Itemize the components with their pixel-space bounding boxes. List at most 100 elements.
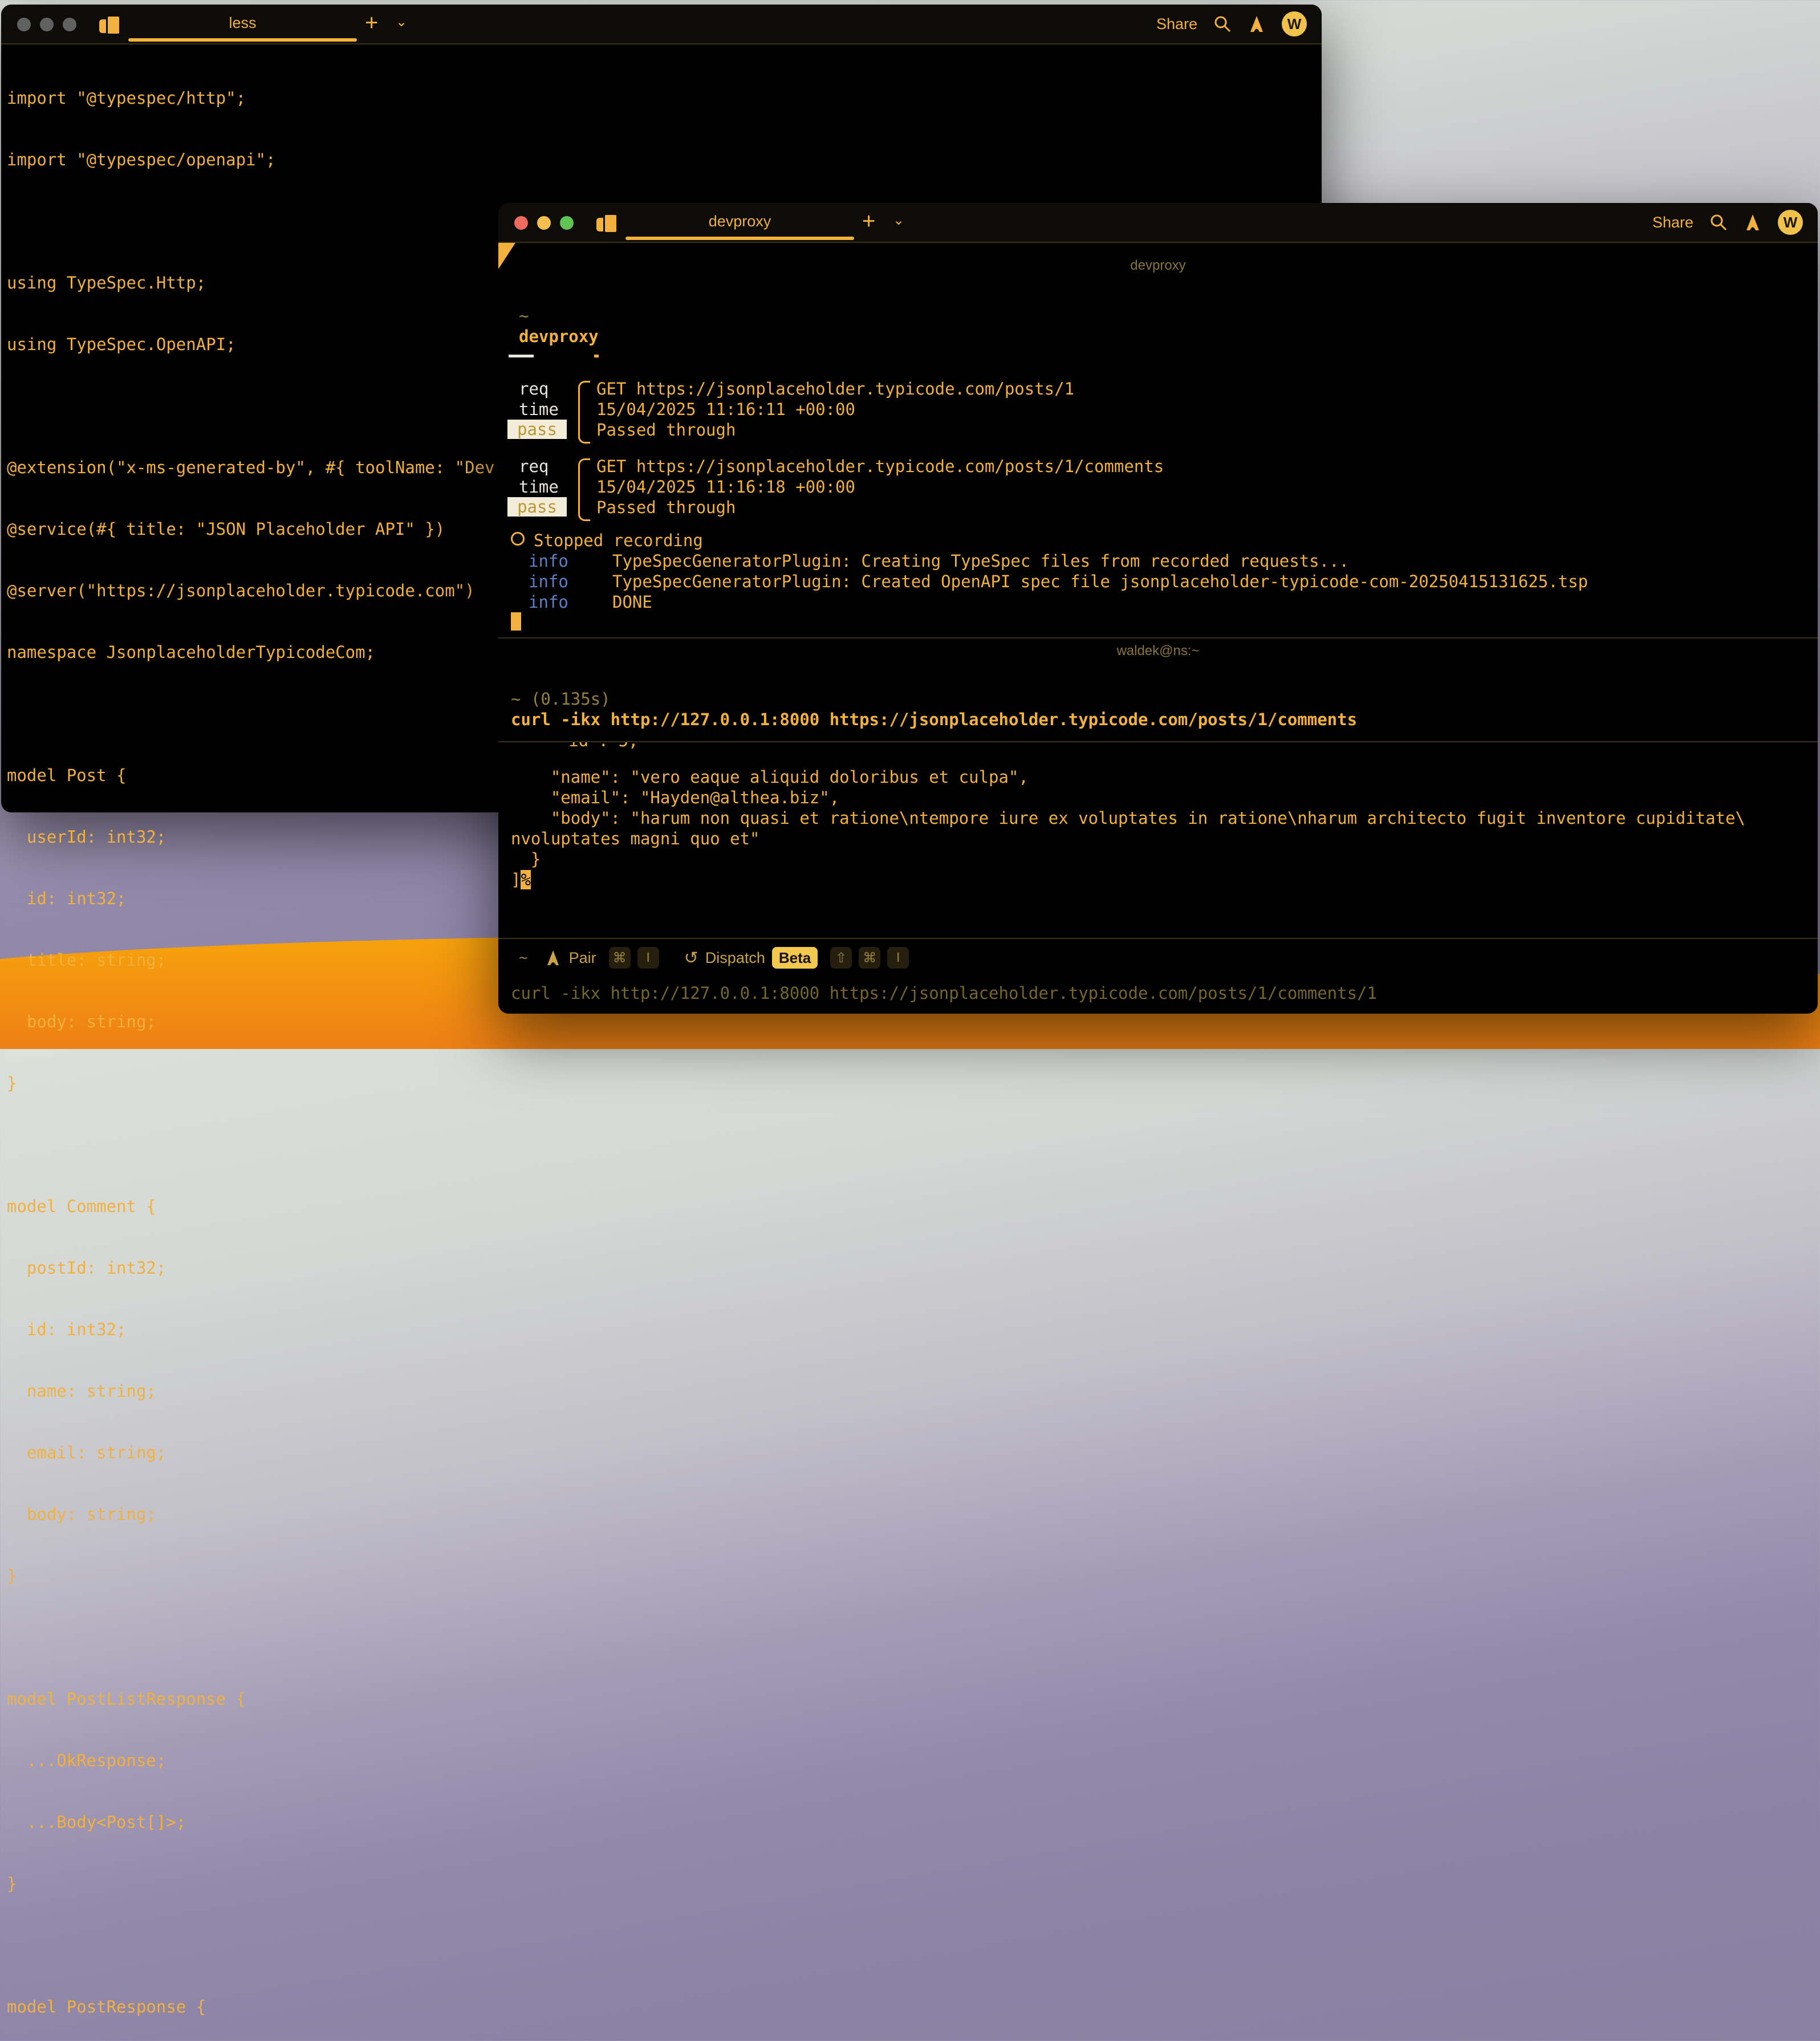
bottom-cwd: ~	[519, 949, 528, 966]
code-line: import "@typespec/openapi";	[7, 149, 1317, 170]
json-output-line: nvoluptates magni quo et"	[511, 828, 760, 849]
tab-menu-chevron-icon[interactable]: ⌄	[893, 212, 904, 229]
active-tab-underline	[625, 237, 854, 240]
search-icon[interactable]	[1709, 213, 1728, 231]
code-line: name: string;	[7, 1381, 1317, 1401]
cmd-key-chip: ⌘	[609, 947, 631, 969]
code-line: body: string;	[7, 1504, 1317, 1524]
active-tab-underline	[128, 38, 357, 42]
session-context-header: devproxy	[498, 258, 1818, 274]
minimize-button[interactable]	[40, 18, 54, 31]
tab-less[interactable]: less	[128, 14, 357, 32]
info-label: info	[529, 592, 568, 612]
code-line	[7, 1135, 1317, 1155]
pair-button[interactable]: Pair	[569, 949, 596, 967]
bottom-bar: ~ Pair ⌘ I ↺ Dispatch Beta ⇧ ⌘ I	[519, 946, 909, 969]
pass-status-badge: pass	[507, 497, 567, 517]
i-key-chip: I	[637, 947, 659, 969]
prompt-cwd: ~	[519, 306, 529, 326]
json-output-line: "name": "vero eaque aliquid doloribus et…	[511, 767, 1029, 787]
beta-badge: Beta	[772, 947, 818, 969]
command-curl[interactable]: curl -ikx http://127.0.0.1:8000 https://…	[511, 709, 1357, 730]
code-line: }	[7, 1073, 1317, 1093]
request-group-bracket	[578, 381, 590, 444]
warp-blocks-icon	[596, 213, 619, 233]
request-url: GET https://jsonplaceholder.typicode.com…	[596, 456, 1164, 477]
code-line	[7, 1627, 1317, 1648]
code-line: import "@typespec/http";	[7, 88, 1317, 108]
clipped-output-line: "id": 5,	[519, 742, 639, 751]
time-label: time	[519, 399, 559, 420]
pass-status-badge: pass	[507, 420, 567, 439]
minimize-button[interactable]	[537, 216, 551, 230]
share-button[interactable]: Share	[1652, 214, 1693, 231]
close-button[interactable]	[514, 216, 528, 230]
output-clip-separator	[498, 741, 1818, 742]
i-key-chip: I	[887, 947, 909, 969]
user-avatar[interactable]: W	[1778, 210, 1803, 235]
close-button[interactable]	[17, 18, 31, 31]
request-url: GET https://jsonplaceholder.typicode.com…	[596, 379, 1074, 399]
code-line: ...OkResponse;	[7, 1750, 1317, 1771]
new-tab-button[interactable]: +	[862, 209, 875, 234]
terminal-cursor	[511, 612, 521, 631]
json-output-line: "email": "Hayden@althea.biz",	[511, 787, 839, 808]
time-label: time	[519, 477, 559, 497]
bg-titlebar: less + ⌄ Share W	[1, 5, 1322, 44]
warp-blocks-icon	[99, 15, 122, 34]
dispatch-icon: ↺	[684, 948, 698, 968]
tab-devproxy[interactable]: devproxy	[625, 213, 854, 230]
code-line	[7, 1935, 1317, 1955]
warp-pair-icon	[544, 949, 562, 967]
fg-titlebar: devproxy + ⌄ Share W	[498, 203, 1818, 243]
prompt-cwd-duration: ~ (0.135s)	[511, 689, 611, 709]
code-line: id: int32;	[7, 1319, 1317, 1340]
code-line: body: string;	[7, 1011, 1317, 1032]
shift-key-chip: ⇧	[830, 947, 852, 969]
search-icon[interactable]	[1213, 15, 1232, 33]
code-line: model Comment {	[7, 1196, 1317, 1217]
dispatch-button[interactable]: Dispatch	[705, 949, 765, 967]
request-status: Passed through	[596, 497, 736, 518]
zoom-button[interactable]	[560, 216, 574, 230]
warp-logo-icon[interactable]	[1248, 15, 1266, 33]
record-stop-icon	[511, 532, 525, 546]
json-output-end-line: ]%	[511, 869, 531, 890]
code-line: model PostResponse {	[7, 1997, 1317, 2017]
tab-menu-chevron-icon[interactable]: ⌄	[396, 14, 407, 30]
command-suggestion[interactable]: curl -ikx http://127.0.0.1:8000 https://…	[511, 983, 1377, 1003]
block-separator	[498, 637, 1818, 639]
share-button[interactable]: Share	[1156, 15, 1197, 33]
warp-logo-icon[interactable]	[1744, 213, 1762, 231]
req-label: req	[519, 379, 549, 399]
info-label: info	[529, 571, 568, 592]
code-line: ...Body<Post[]>;	[7, 1812, 1317, 1832]
json-output-line: "body": "harum non quasi et ratione\ntem…	[511, 808, 1745, 828]
request-group-bracket	[578, 458, 590, 521]
info-label: info	[529, 551, 568, 571]
request-status: Passed through	[596, 420, 736, 440]
code-line: email: string;	[7, 1442, 1317, 1463]
code-line: }	[7, 1566, 1317, 1586]
zoom-button[interactable]	[63, 18, 76, 31]
new-tab-button[interactable]: +	[365, 10, 378, 36]
command-duration: (0.135s)	[531, 689, 611, 709]
info-text: TypeSpecGeneratorPlugin: Creating TypeSp…	[612, 551, 1349, 571]
bottom-bar-separator	[498, 938, 1818, 939]
code-line: postId: int32;	[7, 1258, 1317, 1278]
request-timestamp: 15/04/2025 11:16:18 +00:00	[596, 477, 855, 497]
host-context-header: waldek@ns:~	[498, 643, 1818, 659]
json-output-line: }	[511, 849, 541, 869]
info-text: DONE	[612, 592, 652, 612]
code-line: }	[7, 1873, 1317, 1894]
request-timestamp: 15/04/2025 11:16:11 +00:00	[596, 399, 855, 420]
info-text: TypeSpecGeneratorPlugin: Created OpenAPI…	[612, 571, 1588, 592]
eol-percent-marker: %	[521, 870, 530, 889]
output-scroll-marker	[509, 355, 534, 357]
req-label: req	[519, 456, 549, 477]
stopped-recording-line: Stopped recording	[511, 530, 703, 551]
cmd-key-chip: ⌘	[859, 947, 880, 969]
user-avatar[interactable]: W	[1282, 11, 1307, 36]
output-dot-marker	[594, 355, 599, 357]
command-devproxy[interactable]: devproxy	[519, 326, 599, 347]
